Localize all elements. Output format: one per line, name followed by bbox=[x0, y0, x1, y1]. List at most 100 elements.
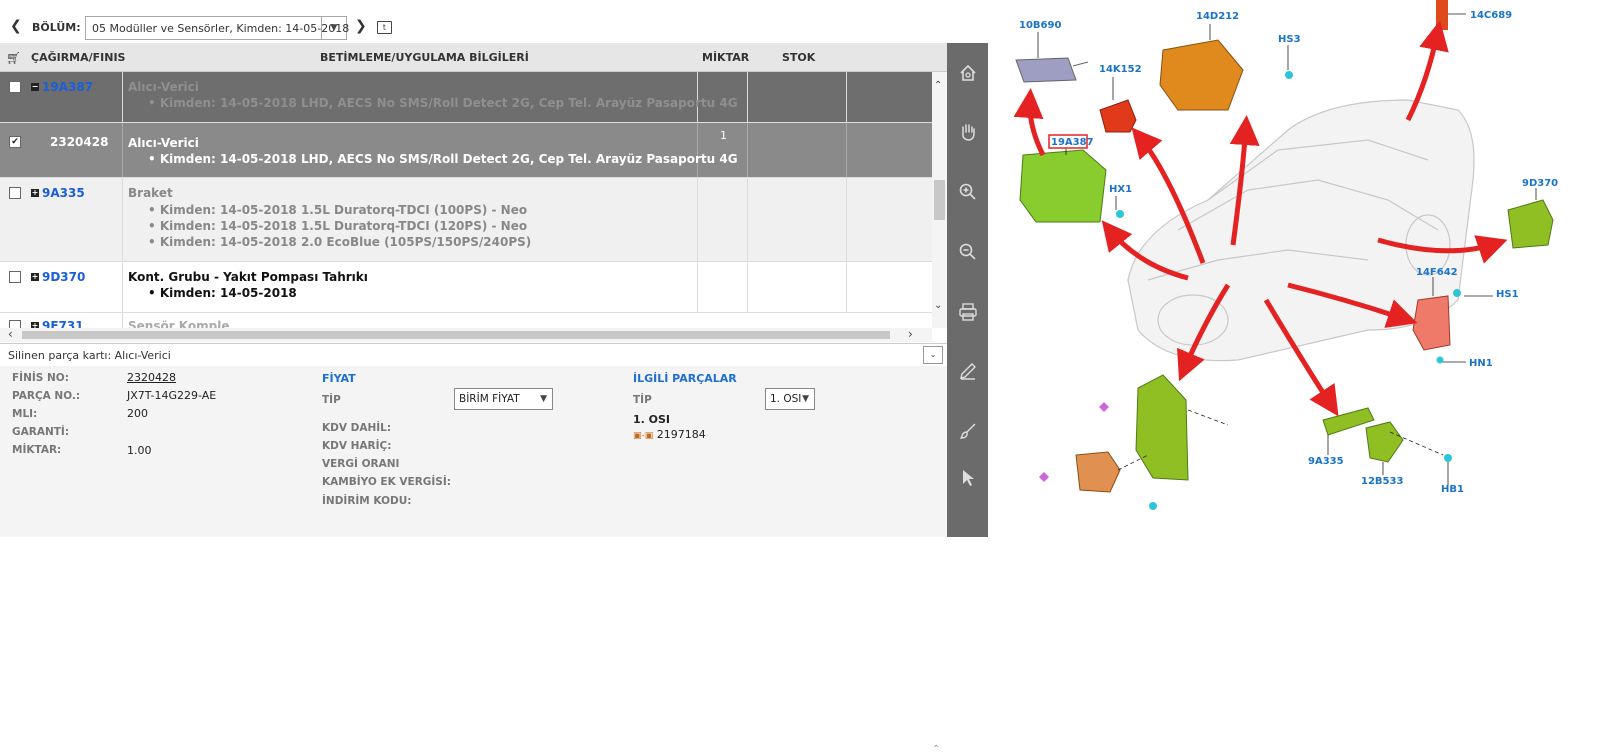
related-item-code[interactable]: 2197184 bbox=[657, 428, 706, 441]
related-item[interactable]: ▣-▣ 2197184 bbox=[633, 428, 706, 441]
pencil-icon[interactable] bbox=[958, 361, 978, 381]
miktar-value: 1.00 bbox=[127, 444, 152, 457]
label-14D212: 14D212 bbox=[1196, 11, 1239, 22]
chevron-down-icon[interactable]: ▼ bbox=[321, 17, 346, 39]
related-type-label: TİP bbox=[633, 394, 652, 406]
part-code-link[interactable]: 9E731 bbox=[42, 319, 84, 328]
forward-arrow-icon[interactable]: ❯ bbox=[355, 18, 367, 34]
component-14K152 bbox=[1099, 99, 1137, 133]
component-12B533 bbox=[1365, 421, 1404, 463]
scroll-up-icon[interactable]: ⌃ bbox=[934, 80, 942, 91]
details-scroll-up-icon[interactable]: ⌃ bbox=[932, 744, 940, 755]
parts-table: − 19A387 Alıcı-Verici • Kimden: 14-05-20… bbox=[0, 72, 932, 328]
chevron-down-icon: ▼ bbox=[802, 394, 809, 404]
price-type-value: BİRİM FİYAT bbox=[459, 393, 520, 405]
vergi-orani-label: VERGİ ORANI bbox=[322, 458, 400, 470]
label-12B533: 12B533 bbox=[1361, 476, 1403, 487]
chevron-down-icon: ▼ bbox=[540, 394, 547, 404]
row-checkbox[interactable]: ✔ bbox=[9, 136, 21, 148]
label-19A387: 19A387 bbox=[1051, 137, 1094, 148]
diagram-canvas[interactable]: 10B690 14D212 HS3 14C689 14K152 19A387 H… bbox=[988, 0, 1600, 537]
section-toolbar: ❮ BÖLÜM: 05 Modüller ve Sensörler, Kimde… bbox=[0, 0, 947, 43]
parts-panel: ❮ BÖLÜM: 05 Modüller ve Sensörler, Kimde… bbox=[0, 0, 947, 755]
section-label: BÖLÜM: bbox=[32, 21, 81, 34]
part-title: Kont. Grubu - Yakıt Pompası Tahrıkı bbox=[128, 270, 368, 284]
part-title: Braket bbox=[128, 186, 173, 200]
row-checkbox[interactable] bbox=[9, 271, 21, 283]
col-header-call[interactable]: ÇAĞIRMA/FINIS bbox=[31, 51, 125, 64]
part-note: • Kimden: 14-05-2018 bbox=[148, 286, 297, 300]
col-header-stock[interactable]: STOK bbox=[782, 51, 815, 64]
back-arrow-icon[interactable]: ❮ bbox=[10, 18, 22, 34]
cart-icon: 🛒︎ bbox=[6, 51, 22, 65]
related-type-select[interactable]: 1. OSI ▼ bbox=[765, 388, 815, 410]
expand-icon[interactable]: + bbox=[31, 273, 39, 281]
part-note: • Kimden: 14-05-2018 1.5L Duratorq-TDCI … bbox=[148, 203, 528, 217]
component-9D370 bbox=[1507, 199, 1554, 249]
exploded-diagram[interactable]: 10B690 14D212 HS3 14C689 14K152 19A387 H… bbox=[988, 0, 1600, 537]
label-HX1: HX1 bbox=[1109, 184, 1132, 195]
parca-no-label: PARÇA NO.: bbox=[12, 390, 81, 402]
scroll-right-icon[interactable]: › bbox=[908, 327, 913, 341]
chevron-down-icon[interactable]: ⌄ bbox=[923, 346, 943, 364]
part-details: FİNİS NO: 2320428 PARÇA NO.: JX7T-14G229… bbox=[0, 366, 947, 755]
label-HN1: HN1 bbox=[1469, 358, 1493, 369]
component-10B690 bbox=[1015, 57, 1089, 83]
kambiyo-label: KAMBİYO EK VERGİSİ: bbox=[322, 476, 451, 488]
brush-icon[interactable] bbox=[958, 421, 978, 441]
scroll-thumb[interactable] bbox=[934, 180, 945, 220]
collapse-icon[interactable]: − bbox=[31, 83, 39, 91]
component-bracket bbox=[1135, 374, 1189, 481]
tool-sidebar bbox=[947, 43, 988, 537]
label-9D370: 9D370 bbox=[1522, 178, 1558, 189]
price-type-label: TİP bbox=[322, 394, 341, 406]
hand-icon[interactable] bbox=[958, 122, 978, 142]
part-code[interactable]: 2320428 bbox=[50, 135, 108, 149]
table-vertical-scrollbar[interactable]: ⌃ ⌄ bbox=[932, 72, 947, 328]
miktar-label: MİKTAR: bbox=[12, 444, 62, 456]
section-select-value: 05 Modüller ve Sensörler, Kimden: 14-05-… bbox=[92, 22, 350, 35]
finis-no-value[interactable]: 2320428 bbox=[127, 371, 176, 384]
table-row[interactable]: + 9A335 Braket • Kimden: 14-05-2018 1.5L… bbox=[0, 178, 932, 262]
mli-label: MLI: bbox=[12, 408, 38, 420]
table-row[interactable]: + 9E731 Sensör Komple bbox=[0, 313, 932, 328]
col-header-qty[interactable]: MİKTAR bbox=[702, 51, 749, 64]
zoom-out-icon[interactable] bbox=[958, 242, 978, 262]
row-checkbox[interactable] bbox=[9, 187, 21, 199]
component-14D212 bbox=[1159, 39, 1244, 111]
label-14K152: 14K152 bbox=[1099, 64, 1142, 75]
related-type-value: 1. OSI bbox=[770, 393, 802, 405]
pointer-icon[interactable] bbox=[958, 468, 978, 488]
garanti-label: GARANTİ: bbox=[12, 426, 70, 438]
part-title: Alıcı-Verici bbox=[128, 136, 199, 150]
kdv-haric-label: KDV HARİÇ: bbox=[322, 440, 392, 452]
table-row[interactable]: − 19A387 Alıcı-Verici • Kimden: 14-05-20… bbox=[0, 72, 932, 123]
row-checkbox[interactable] bbox=[9, 81, 21, 93]
price-heading: FİYAT bbox=[322, 372, 356, 385]
print-icon[interactable] bbox=[958, 302, 978, 322]
tree-view-icon[interactable]: t bbox=[377, 21, 392, 34]
part-note: • Kimden: 14-05-2018 2.0 EcoBlue (105PS/… bbox=[148, 235, 532, 249]
section-select[interactable]: 05 Modüller ve Sensörler, Kimden: 14-05-… bbox=[85, 16, 350, 40]
part-code-link[interactable]: 9D370 bbox=[42, 270, 85, 284]
parca-no-value: JX7T-14G229-AE bbox=[127, 389, 217, 402]
part-note: • Kimden: 14-05-2018 1.5L Duratorq-TDCI … bbox=[148, 219, 528, 233]
part-code-link[interactable]: 9A335 bbox=[42, 186, 85, 200]
part-qty: 1 bbox=[720, 129, 727, 142]
table-row[interactable]: + 9D370 Kont. Grubu - Yakıt Pompası Tahr… bbox=[0, 262, 932, 313]
table-row[interactable]: ✔ 2320428 Alıcı-Verici • Kimden: 14-05-2… bbox=[0, 123, 932, 178]
deleted-part-text: Silinen parça kartı: Alıcı-Verici bbox=[8, 349, 171, 362]
home-icon[interactable] bbox=[958, 63, 978, 83]
col-header-description[interactable]: BETİMLEME/UYGULAMA BİLGİLERİ bbox=[320, 51, 529, 64]
related-parts-heading: İLGİLİ PARÇALAR bbox=[633, 372, 737, 385]
zoom-in-icon[interactable] bbox=[958, 182, 978, 202]
label-9A335: 9A335 bbox=[1308, 456, 1344, 467]
part-code-link[interactable]: 19A387 bbox=[42, 80, 93, 94]
scroll-left-icon[interactable]: ‹ bbox=[8, 327, 13, 341]
price-type-select[interactable]: BİRİM FİYAT ▼ bbox=[454, 388, 553, 410]
scroll-down-icon[interactable]: ⌄ bbox=[934, 300, 942, 311]
table-horizontal-scrollbar[interactable]: ‹ › bbox=[0, 327, 932, 342]
scroll-thumb[interactable] bbox=[22, 331, 890, 339]
expand-icon[interactable]: + bbox=[31, 189, 39, 197]
finis-no-label: FİNİS NO: bbox=[12, 372, 69, 384]
